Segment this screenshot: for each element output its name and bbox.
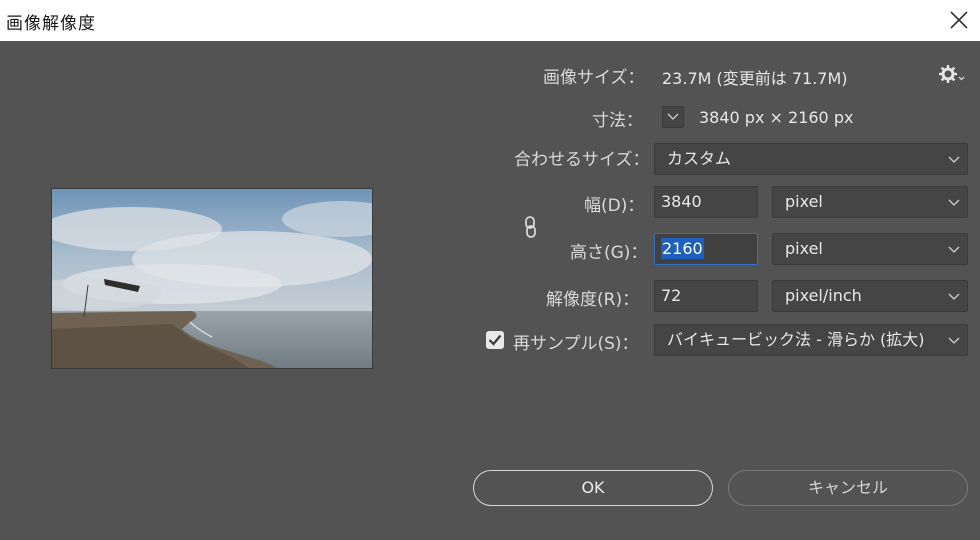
chevron-down-icon [948,337,960,344]
link-icon [525,216,536,238]
window-title: 画像解像度 [6,14,96,34]
resample-checkbox[interactable] [486,331,504,349]
fit-to-value: カスタム [667,149,732,168]
image-size-label: 画像サイズ： [543,68,645,88]
chevron-down-icon [948,246,960,253]
fit-to-label: 合わせるサイズ： [514,150,650,170]
chevron-down-icon [948,293,960,300]
cancel-button[interactable]: キャンセル [728,470,968,506]
height-input-value: 2160 [661,238,704,259]
resample-method-value: バイキュービック法 - 滑らか (拡大) [667,330,925,349]
height-unit-dropdown[interactable]: pixel [772,233,968,265]
fit-to-dropdown[interactable]: カスタム [654,143,968,175]
dimensions-value: 3840 px × 2160 px [699,108,854,127]
title-bar: 画像解像度 [0,0,980,41]
gear-icon [939,65,965,83]
close-button[interactable] [948,9,970,31]
width-input[interactable]: 3840 [654,186,758,218]
resolution-unit-dropdown[interactable]: pixel/inch [772,280,968,312]
resolution-input[interactable]: 72 [654,280,758,312]
resolution-label: 解像度(R)： [546,290,640,310]
image-size-value: 23.7M (変更前は 71.7M) [662,69,848,88]
chevron-down-icon [948,156,960,163]
height-label: 高さ(G)： [570,243,648,263]
height-unit-value: pixel [785,239,823,258]
width-unit-value: pixel [785,192,823,211]
ok-button[interactable]: OK [473,470,713,506]
dimensions-label: 寸法： [592,111,643,131]
width-unit-dropdown[interactable]: pixel [772,186,968,218]
constrain-proportions-button[interactable] [522,215,540,239]
dimensions-unit-toggle[interactable] [662,106,684,128]
resample-method-dropdown[interactable]: バイキュービック法 - 滑らか (拡大) [654,324,968,356]
height-input[interactable]: 2160 [654,233,758,265]
width-label: 幅(D)： [584,196,645,216]
beach-preview-image [52,189,372,368]
resample-label: 再サンプル(S)： [513,334,639,354]
image-preview[interactable] [51,188,373,369]
check-icon [488,334,502,346]
chevron-down-icon [667,113,679,120]
resolution-unit-value: pixel/inch [785,286,862,305]
settings-button[interactable] [939,64,967,84]
chevron-down-icon [948,199,960,206]
close-icon [950,11,968,29]
